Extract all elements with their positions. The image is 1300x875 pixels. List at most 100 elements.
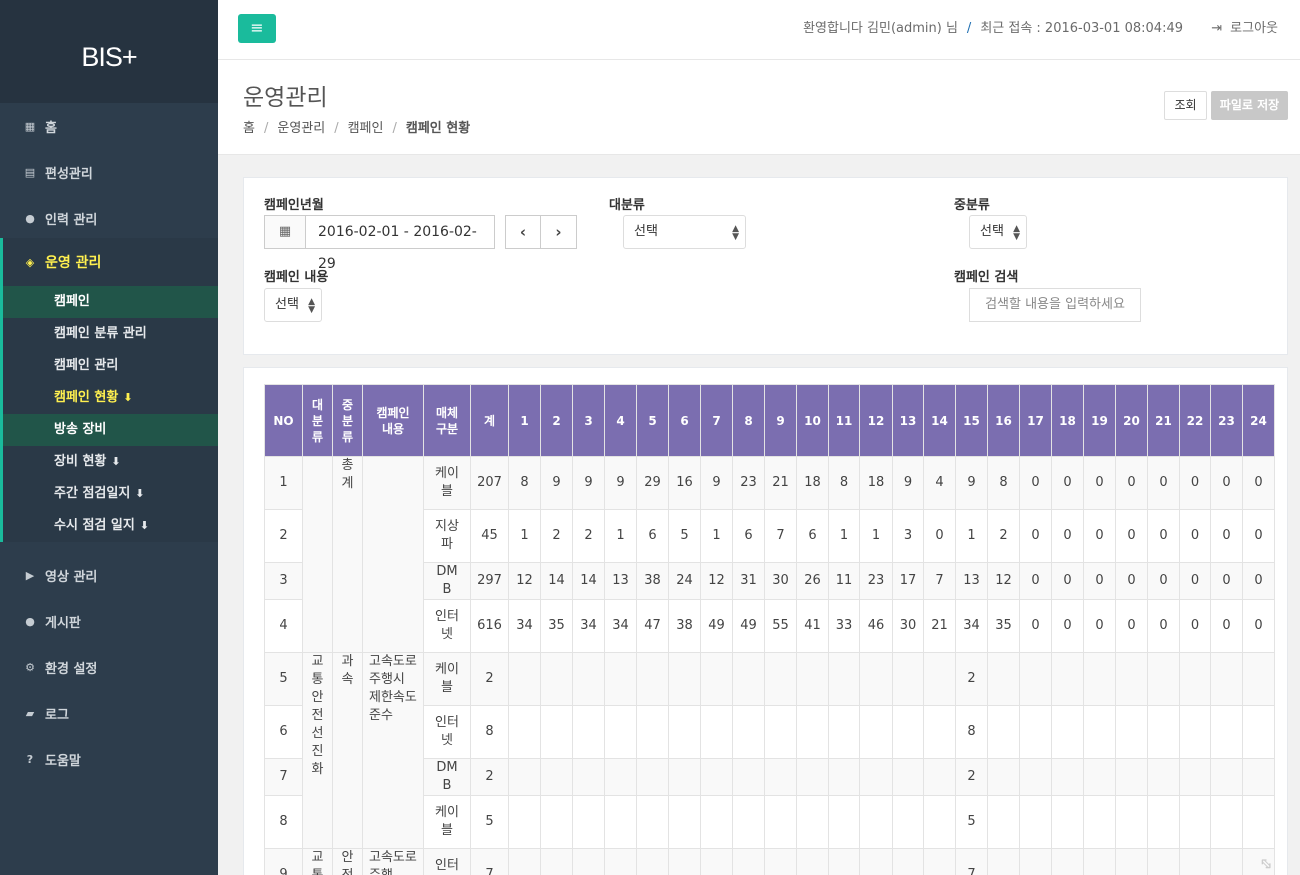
caret-updown-icon: ▲ ▼: [308, 297, 315, 315]
sidebar-subitem-campaign-category[interactable]: 캠페인 분류 관리: [3, 318, 218, 350]
day-count-cell: 47: [636, 599, 669, 653]
day-count-cell: 0: [1019, 562, 1052, 600]
sidebar-item-label: 운영 관리: [45, 255, 102, 271]
sidebar-item-help[interactable]: ? 도움말: [0, 736, 218, 782]
total-cell: 7: [470, 848, 509, 875]
logout-link[interactable]: ⇥ 로그아웃: [1211, 0, 1278, 58]
campaign-search-input[interactable]: 검색할 내용을 입력하세요: [969, 288, 1141, 322]
download-icon: ⬇: [139, 519, 150, 532]
sidebar-item-log[interactable]: ▰ 로그: [0, 690, 218, 736]
sidebar-item-board[interactable]: ● 게시판: [0, 598, 218, 644]
sidebar-subitem-broadcast-equipment[interactable]: 방송 장비: [3, 414, 218, 446]
day-count-cell: 18: [796, 456, 829, 510]
day-count-cell: [1210, 758, 1243, 796]
column-header: NO: [264, 384, 303, 457]
day-count-cell: [1242, 795, 1275, 849]
day-count-cell: 0: [1210, 509, 1243, 563]
sidebar-item-label: 편성관리: [45, 166, 93, 182]
day-count-cell: [636, 848, 669, 875]
sidebar-item-label: 인력 관리: [45, 212, 98, 228]
column-header: 20: [1115, 384, 1148, 457]
table-row[interactable]: 5 교통안전선진화 과속 고속도로 주행시 제한속도 준수 케이블 2 2: [264, 652, 1275, 849]
breadcrumb-campaign[interactable]: 캠페인: [348, 121, 384, 136]
sidebar-item-label: 영상 관리: [45, 569, 98, 585]
table-row[interactable]: 1 총계 케이블 207 8 9 9 9 29 16 9 23 21 18 8 18 9 4 9 8 0 0 0 0 0 0 0 0: [264, 456, 1275, 653]
app-logo[interactable]: BIS+: [0, 0, 218, 103]
sidebar-item-settings[interactable]: ⚙ 환경 설정: [0, 644, 218, 690]
day-count-cell: 49: [732, 599, 765, 653]
day-count-cell: [796, 652, 829, 706]
day-count-cell: 0: [1242, 456, 1275, 510]
content-select-value: 선택: [275, 297, 299, 312]
sidebar-subitem-campaign-manage[interactable]: 캠페인 관리: [3, 350, 218, 382]
calendar-icon[interactable]: ▦: [265, 216, 306, 248]
day-count-cell: [1242, 758, 1275, 796]
period-picker[interactable]: ▦ 2016-02-01 - 2016-02-29: [264, 215, 495, 272]
breadcrumb-operations[interactable]: 운영관리: [277, 121, 325, 136]
day-count-cell: 46: [859, 599, 893, 653]
column-header: 10: [796, 384, 829, 457]
sidebar-subitem-adhoc-log[interactable]: 수시 점검 일지 ⬇: [3, 510, 218, 542]
day-count-cell: [604, 652, 637, 706]
row-number: 1: [264, 456, 303, 510]
day-count-cell: [668, 848, 701, 875]
campaign-content-cell: [362, 456, 424, 653]
day-count-cell: 23: [732, 456, 765, 510]
sidebar-item-label: 환경 설정: [45, 661, 98, 677]
total-cell: 297: [470, 562, 509, 600]
table-row[interactable]: 9교통안전고속도로 주행인터넷77: [264, 848, 1275, 875]
day-count-cell: [572, 848, 605, 875]
day-count-cell: [700, 705, 733, 759]
day-count-cell: 12: [508, 562, 541, 600]
sidebar-subitem-campaign-status[interactable]: 캠페인 현황 ⬇: [3, 382, 218, 414]
day-count-cell: 1: [859, 509, 893, 563]
sidebar-item-staff[interactable]: ● 인력 관리: [0, 195, 218, 241]
sidebar-item-video[interactable]: ▶ 영상 관리: [0, 552, 218, 598]
day-count-cell: [796, 795, 829, 849]
day-count-cell: 9: [892, 456, 924, 510]
day-count-cell: 0: [1115, 562, 1148, 600]
row-number: 5: [264, 652, 303, 706]
search-button[interactable]: 조회: [1164, 91, 1207, 120]
sidebar-item-home[interactable]: ▦ 홈: [0, 103, 218, 149]
middle-select[interactable]: 선택 ▲ ▼: [969, 215, 1027, 249]
day-count-cell: 1: [955, 509, 988, 563]
next-month-button[interactable]: ›: [541, 215, 577, 249]
column-header: 13: [892, 384, 924, 457]
day-count-cell: 1: [828, 509, 860, 563]
sidebar-item-operations[interactable]: ◈ 운영 관리: [3, 238, 218, 286]
day-count-cell: [764, 795, 797, 849]
day-count-cell: 17: [892, 562, 924, 600]
row-number: 8: [264, 795, 303, 849]
sidebar-subitem-weekly-log[interactable]: 주간 점검일지 ⬇: [3, 478, 218, 510]
day-count-cell: 0: [1115, 456, 1148, 510]
day-count-cell: [892, 705, 924, 759]
sidebar-item-schedule[interactable]: ▤ 편성관리: [0, 149, 218, 195]
day-count-cell: [1210, 705, 1243, 759]
day-count-cell: [764, 758, 797, 796]
column-header: 11: [828, 384, 860, 457]
prev-month-button[interactable]: ‹: [505, 215, 541, 249]
subitem-label: 캠페인 분류 관리: [54, 326, 147, 341]
content-select[interactable]: 선택 ▲ ▼: [264, 288, 322, 322]
column-header: 15: [955, 384, 988, 457]
day-count-cell: [700, 848, 733, 875]
sidebar-subitem-campaign[interactable]: 캠페인: [3, 286, 218, 318]
day-count-cell: [636, 795, 669, 849]
row-number: 9: [264, 848, 303, 875]
period-value[interactable]: 2016-02-01 - 2016-02-29: [306, 216, 494, 272]
day-count-cell: [636, 705, 669, 759]
save-file-button[interactable]: 파일로 저장: [1211, 91, 1288, 120]
campaign-content-cell: 고속도로 주행: [362, 848, 424, 875]
major-select[interactable]: 선택 ▲ ▼: [623, 215, 746, 249]
breadcrumb-home[interactable]: 홈: [243, 121, 255, 136]
day-count-cell: [1147, 705, 1180, 759]
day-count-cell: [700, 795, 733, 849]
sidebar-subitem-equipment-status[interactable]: 장비 현황 ⬇: [3, 446, 218, 478]
day-count-cell: [1115, 705, 1148, 759]
day-count-cell: 3: [892, 509, 924, 563]
calendar-icon: ▤: [24, 165, 36, 179]
menu-toggle-button[interactable]: ≡: [238, 14, 276, 43]
day-count-cell: [636, 758, 669, 796]
day-count-cell: [732, 705, 765, 759]
